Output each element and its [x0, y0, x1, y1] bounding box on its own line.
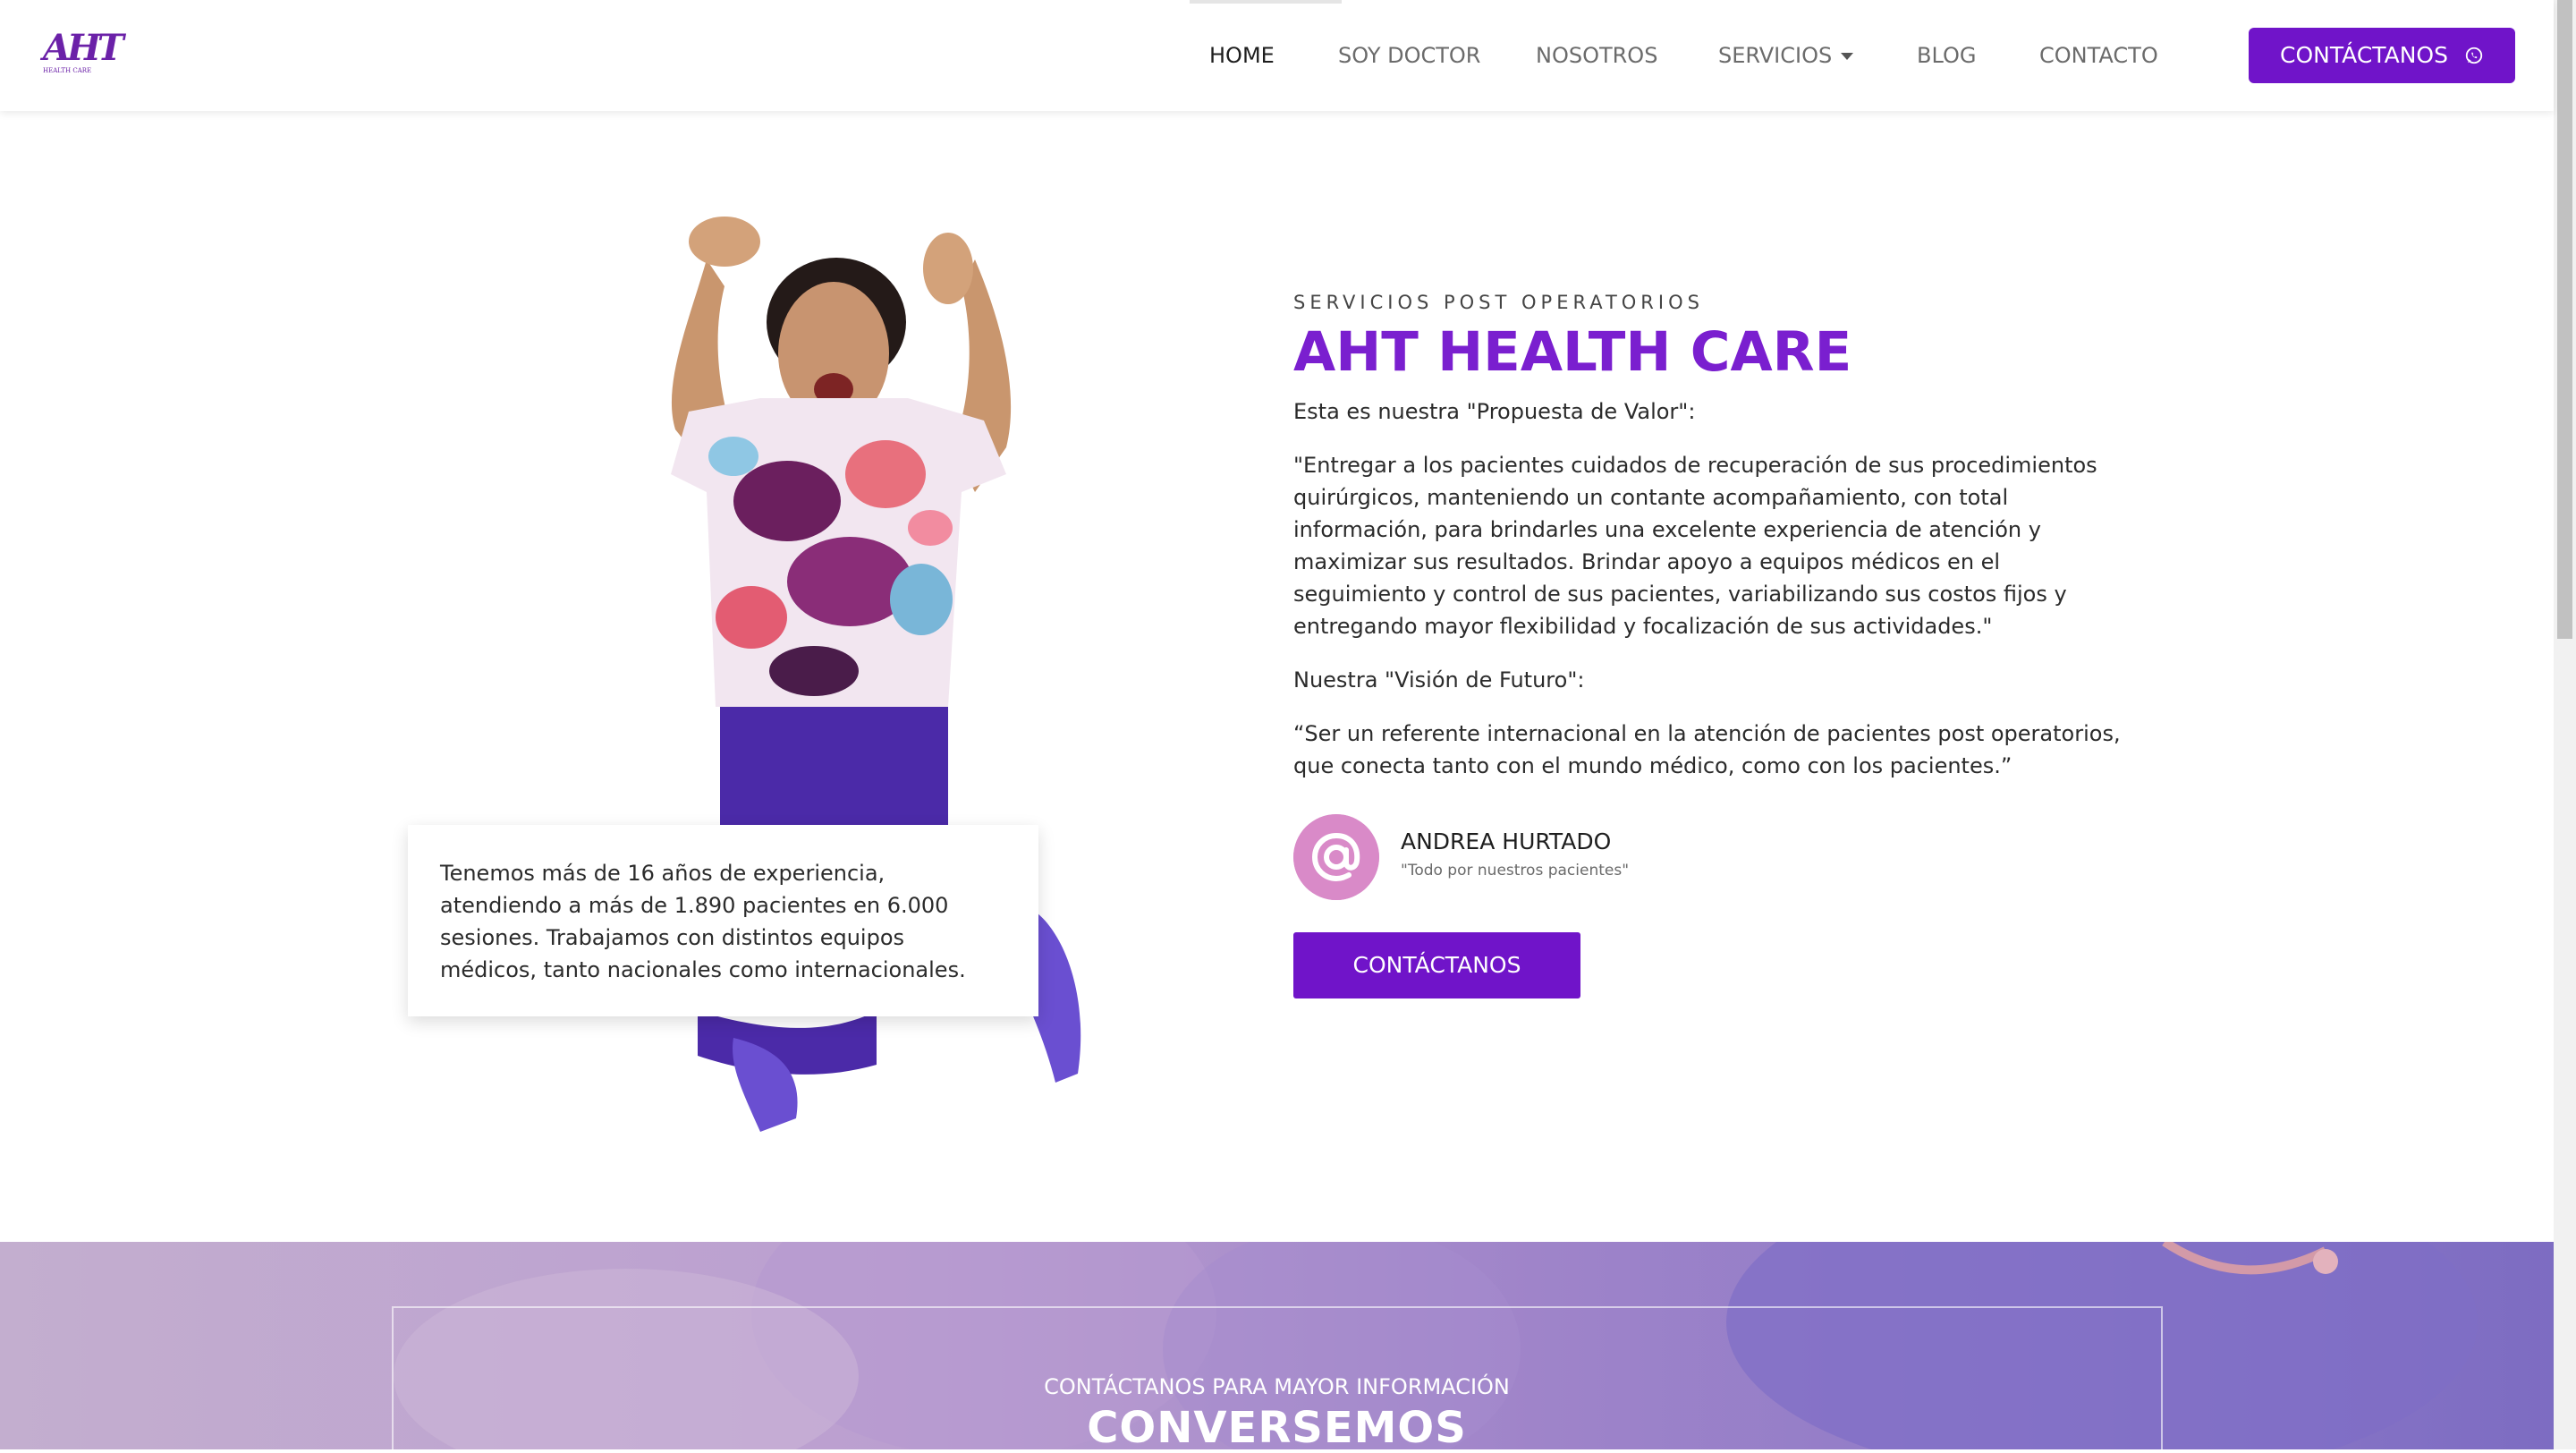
nav-contacto[interactable]: CONTACTO [2039, 39, 2158, 72]
brand-logo[interactable]: AHT HEALTH CARE [43, 27, 124, 81]
scrollbar-thumb[interactable] [2557, 0, 2572, 639]
nav-soy-doctor[interactable]: SOY DOCTOR [1338, 39, 1480, 72]
caret-down-icon [1841, 53, 1854, 60]
nav-nosotros[interactable]: NOSOTROS [1536, 39, 1657, 72]
experience-card: Tenemos más de 16 años de experiencia, a… [408, 825, 1038, 1016]
experience-text: Tenemos más de 16 años de experiencia, a… [440, 861, 966, 982]
top-navbar: AHT HEALTH CARE HOME SOY DOCTOR NOSOTROS… [0, 0, 2554, 111]
hero-title: AHT HEALTH CARE [1293, 320, 1852, 384]
hero-contact-button[interactable]: CONTÁCTANOS [1293, 932, 1580, 998]
page-scrollbar[interactable] [2554, 0, 2576, 1449]
author-name: ANDREA HURTADO [1401, 828, 1612, 854]
nav-contact-label: CONTÁCTANOS [2280, 42, 2448, 68]
nav-servicios-dropdown[interactable]: SERVICIOS [1718, 39, 1854, 72]
banner-eyebrow: CONTÁCTANOS PARA MAYOR INFORMACIÓN [1044, 1374, 1510, 1399]
value-proposition-text: "Entregar a los pacientes cuidados de re… [1293, 453, 2097, 639]
nav-active-indicator [1190, 0, 1342, 4]
author-quote: "Todo por nuestros pacientes" [1401, 862, 1630, 879]
logo-mark: AHT [43, 27, 124, 69]
vision-intro: Nuestra "Visión de Futuro": [1293, 667, 1585, 693]
nav-servicios-label: SERVICIOS [1718, 43, 1833, 68]
nav-blog[interactable]: BLOG [1917, 39, 1976, 72]
nav-home[interactable]: HOME [1209, 39, 1275, 72]
nav-contact-button[interactable]: CONTÁCTANOS [2249, 28, 2515, 83]
logo-subtitle: HEALTH CARE [43, 67, 92, 74]
whatsapp-icon [2465, 47, 2483, 64]
value-proposition-intro: Esta es nuestra "Propuesta de Valor": [1293, 399, 1696, 424]
banner-title: CONVERSEMOS [1087, 1403, 1467, 1453]
vision-text: “Ser un referente internacional en la at… [1293, 721, 2121, 778]
at-sign-icon [1293, 814, 1379, 900]
hero-eyebrow: SERVICIOS POST OPERATORIOS [1293, 292, 1704, 313]
